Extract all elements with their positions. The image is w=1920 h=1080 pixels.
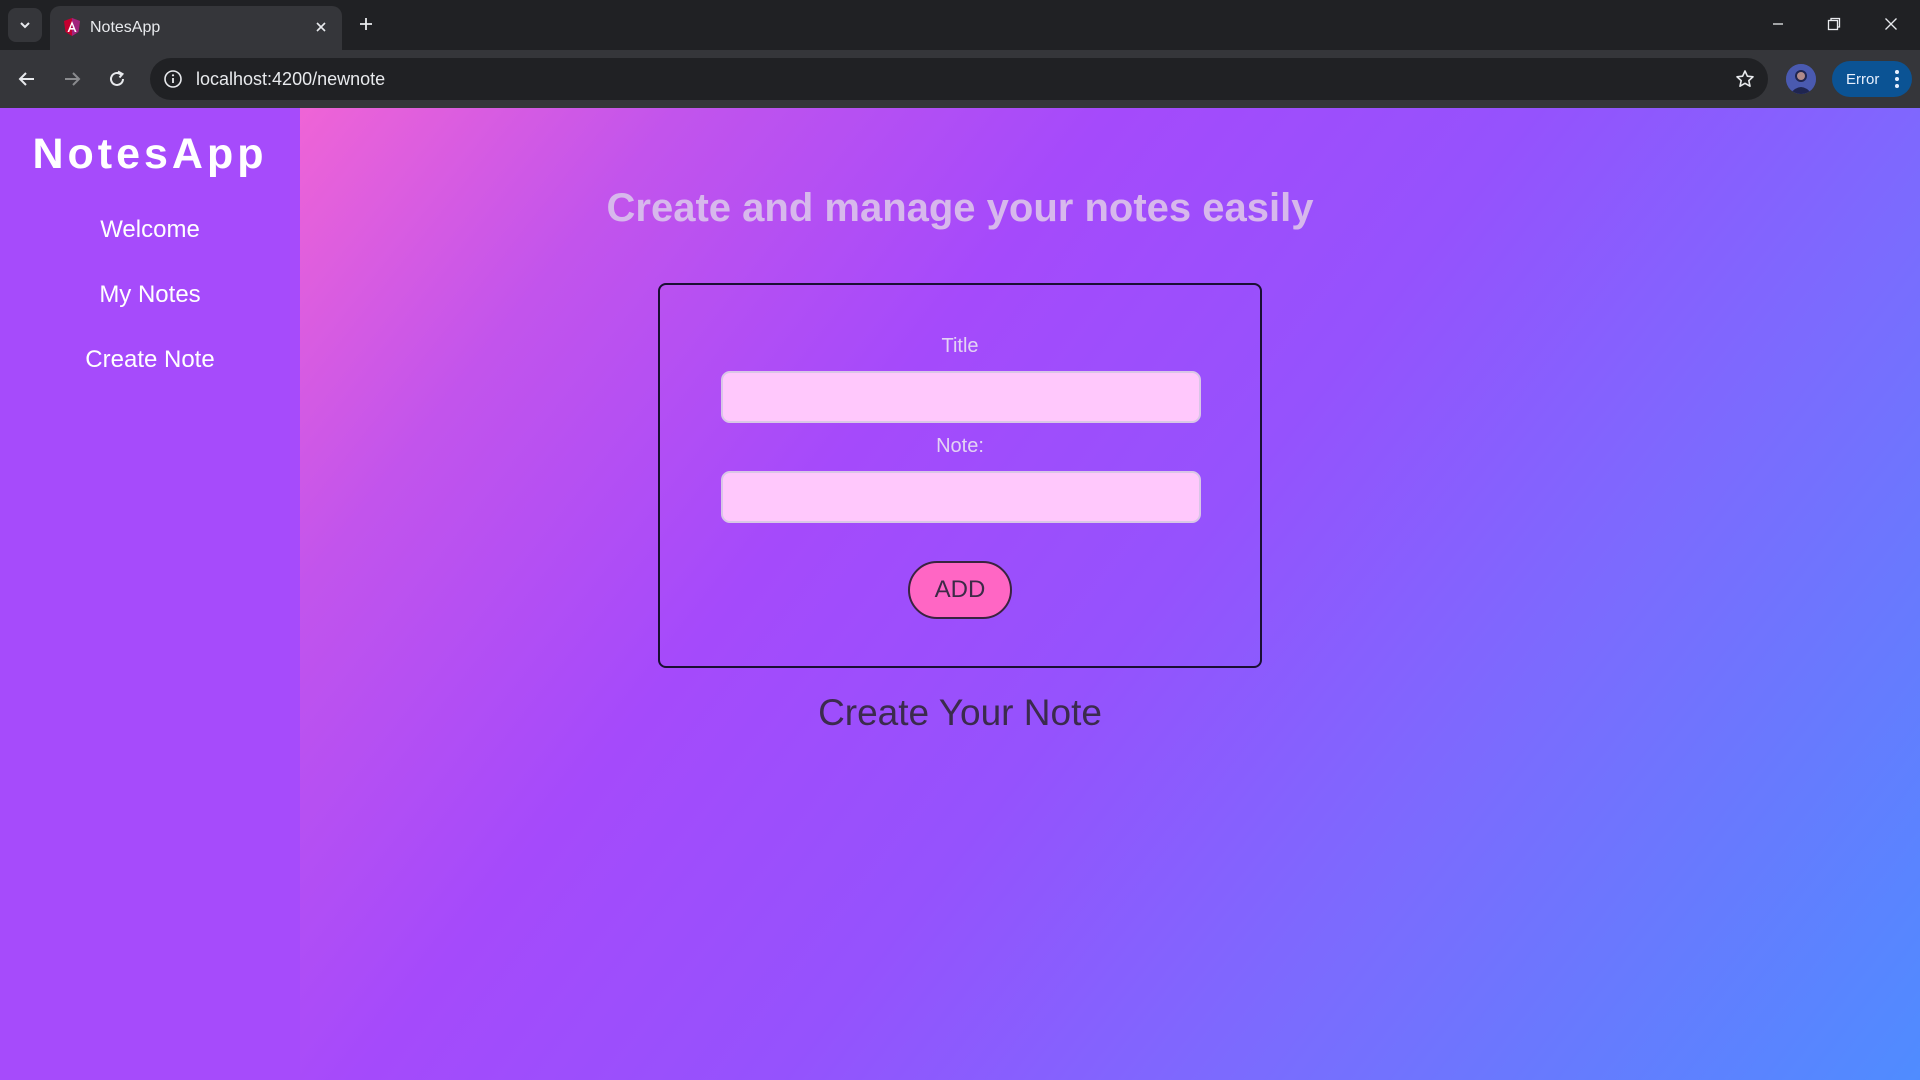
sidebar-item-create-note[interactable]: Create Note: [0, 346, 300, 374]
reload-button[interactable]: [99, 61, 135, 97]
title-input[interactable]: [721, 371, 1201, 423]
arrow-left-icon: [18, 72, 34, 86]
profile-error-button[interactable]: Error: [1832, 61, 1912, 97]
plus-icon: [360, 18, 372, 30]
browser-toolbar: localhost:4200/newnote Error: [0, 50, 1920, 108]
close-window-button[interactable]: [1871, 8, 1911, 40]
bookmark-button[interactable]: [1730, 64, 1760, 94]
reload-icon: [110, 70, 125, 86]
angular-favicon-icon: [64, 18, 80, 36]
site-info-button[interactable]: [158, 64, 188, 94]
main-content: Create and manage your notes easily Titl…: [300, 108, 1920, 1080]
restore-button[interactable]: [1814, 8, 1854, 40]
tab-search-button[interactable]: [8, 8, 42, 42]
forward-button[interactable]: [54, 61, 90, 97]
note-form: Title Note: ADD: [658, 283, 1262, 668]
address-bar[interactable]: localhost:4200/newnote: [150, 58, 1768, 100]
browser-tabstrip: NotesApp: [0, 0, 1920, 50]
tab-title: NotesApp: [90, 19, 161, 36]
chevron-down-icon: [20, 22, 30, 29]
sidebar-item-my-notes[interactable]: My Notes: [0, 281, 300, 309]
page-headline: Create and manage your notes easily: [606, 186, 1314, 230]
brand-logo-text[interactable]: NotesApp: [0, 130, 300, 179]
minimize-button[interactable]: [1758, 8, 1798, 40]
close-icon: [1885, 18, 1897, 30]
profile-avatar[interactable]: [1786, 64, 1816, 94]
minimize-icon: [1773, 23, 1783, 25]
close-icon: [316, 22, 326, 32]
error-label: Error: [1846, 70, 1880, 88]
page-viewport: NotesApp Welcome My Notes Create Note Cr…: [0, 108, 1920, 1080]
create-note-heading: Create Your Note: [818, 692, 1102, 733]
url-text[interactable]: localhost:4200/newnote: [196, 69, 385, 90]
title-label: Title: [941, 335, 979, 357]
note-input[interactable]: [721, 471, 1201, 523]
sidebar: NotesApp Welcome My Notes Create Note: [0, 108, 300, 1080]
note-label: Note:: [936, 435, 984, 457]
tab-close-button[interactable]: [310, 16, 332, 38]
arrow-right-icon: [65, 72, 81, 86]
new-tab-button[interactable]: [351, 9, 381, 39]
back-button[interactable]: [9, 61, 45, 97]
avatar-icon: [1786, 64, 1816, 94]
restore-icon: [1827, 17, 1841, 31]
sidebar-item-welcome[interactable]: Welcome: [0, 216, 300, 244]
star-icon: [1736, 70, 1754, 87]
info-icon: [164, 70, 182, 88]
active-tab[interactable]: NotesApp: [50, 6, 342, 50]
more-vert-icon: [1895, 70, 1899, 88]
add-button[interactable]: ADD: [908, 561, 1012, 619]
